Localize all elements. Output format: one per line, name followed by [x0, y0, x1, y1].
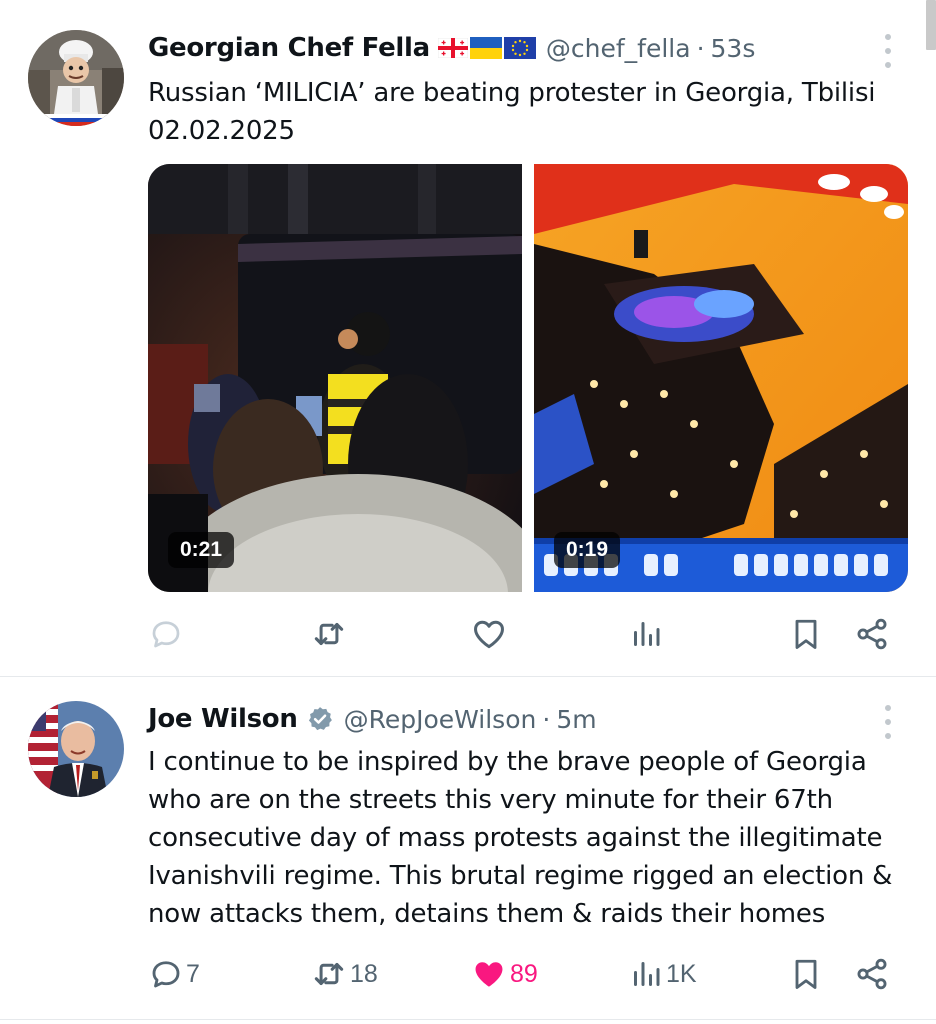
media-grid: 0:21 0:19: [148, 164, 908, 592]
reply-button[interactable]: [148, 614, 186, 654]
reply-button[interactable]: 7: [148, 954, 200, 994]
display-name[interactable]: Joe Wilson: [148, 704, 298, 734]
tweet-header: Georgian Chef Fella @chef_fella · 53s: [148, 28, 755, 68]
views-chart-icon: [634, 622, 660, 646]
timeline: Georgian Chef Fella @chef_fella · 53s Ru…: [0, 0, 936, 1024]
view-count: 1K: [666, 959, 697, 988]
tweet-text: I continue to be inspired by the brave p…: [148, 743, 908, 933]
timestamp[interactable]: 5m: [556, 705, 596, 734]
bookmark-icon: [795, 959, 817, 989]
video-duration: 0:21: [168, 532, 235, 568]
bookmark-icon: [795, 619, 817, 649]
tweet-text: Russian ‘MILICIA’ are beating protester …: [148, 74, 908, 150]
share-button[interactable]: [854, 954, 890, 994]
display-name[interactable]: Georgian Chef Fella: [148, 33, 430, 63]
share-button[interactable]: [854, 614, 890, 654]
tweet-text-line: consecutive day of mass protests against…: [148, 823, 883, 853]
ukraine-flag-icon: [469, 37, 502, 59]
repost-button[interactable]: [310, 614, 350, 654]
repost-icon: [314, 622, 344, 646]
video-thumbnail[interactable]: 0:21: [148, 164, 522, 592]
tweet-text-line: Ivanishvili regime. This brutal regime r…: [148, 861, 893, 891]
georgia-flag-icon: [437, 38, 468, 58]
tweet-text-line: Russian ‘MILICIA’ are beating protester …: [148, 78, 876, 108]
verified-badge-icon[interactable]: [306, 705, 334, 733]
scrollbar-thumb[interactable]: [926, 0, 936, 50]
reply-count: 7: [186, 959, 200, 988]
share-icon: [857, 618, 887, 650]
flag-emojis: [437, 37, 536, 59]
scrollbar[interactable]: [924, 0, 936, 1024]
like-button[interactable]: [470, 614, 510, 654]
like-button[interactable]: 89: [470, 954, 538, 994]
heart-icon: [474, 620, 504, 649]
tweet-divider: [0, 1019, 936, 1020]
reply-icon: [152, 961, 180, 988]
more-options-icon[interactable]: [878, 34, 898, 68]
reply-icon: [152, 621, 180, 648]
tweet[interactable]: Joe Wilson @RepJoeWilson · 5m I continue…: [0, 677, 936, 1024]
views-chart-icon: [634, 962, 660, 986]
tweet-text-line: I continue to be inspired by the brave p…: [148, 747, 867, 777]
handle[interactable]: @RepJoeWilson: [344, 705, 537, 734]
tweet-text-line: now attacks them, detains them & raids t…: [148, 899, 826, 929]
heart-filled-icon: [475, 962, 503, 987]
tweet-header: Joe Wilson @RepJoeWilson · 5m: [148, 699, 597, 739]
share-icon: [857, 958, 887, 990]
avatar[interactable]: [28, 30, 124, 126]
repost-count: 18: [350, 959, 378, 988]
like-count: 89: [510, 959, 538, 988]
separator: ·: [696, 33, 705, 63]
repost-icon: [314, 962, 344, 986]
tweet-text-line: who are on the streets this very minute …: [148, 785, 833, 815]
tweet[interactable]: Georgian Chef Fella @chef_fella · 53s Ru…: [0, 0, 936, 676]
separator: ·: [542, 704, 551, 734]
video-duration: 0:19: [554, 532, 621, 568]
more-options-icon[interactable]: [878, 705, 898, 739]
bookmark-button[interactable]: [788, 614, 824, 654]
eu-flag-icon: [503, 37, 536, 59]
bookmark-button[interactable]: [788, 954, 824, 994]
avatar[interactable]: [28, 701, 124, 797]
action-bar: [148, 614, 888, 654]
repost-button[interactable]: 18: [310, 954, 378, 994]
video-thumbnail[interactable]: 0:19: [534, 164, 908, 592]
tweet-text-line: 02.02.2025: [148, 116, 295, 146]
handle[interactable]: @chef_fella: [546, 34, 691, 63]
timestamp[interactable]: 53s: [711, 34, 756, 63]
views-button[interactable]: 1K: [628, 954, 697, 994]
views-button[interactable]: [628, 614, 666, 654]
action-bar: 7 18 89 1K: [148, 954, 888, 994]
